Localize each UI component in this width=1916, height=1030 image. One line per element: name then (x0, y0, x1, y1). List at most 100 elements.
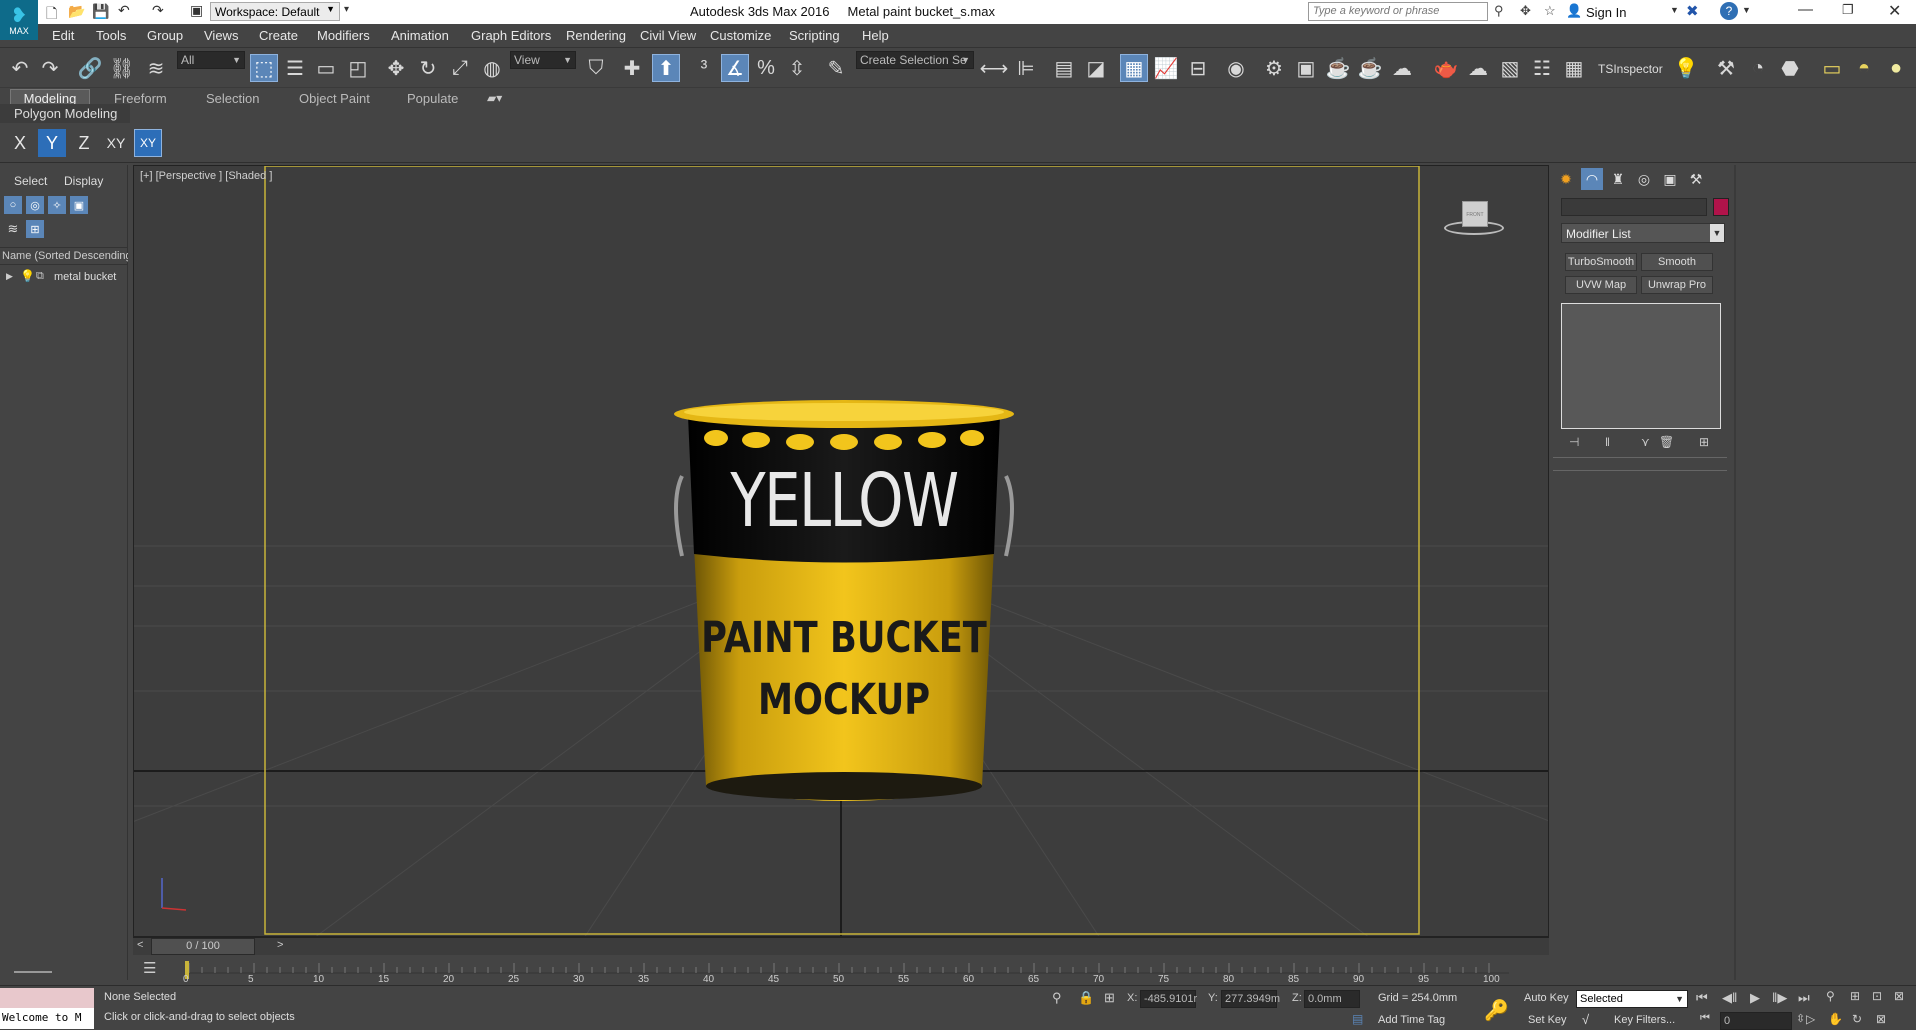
remove-modifier-icon[interactable]: 🗑 (1659, 435, 1674, 449)
pin-stack-icon[interactable]: ⊣ (1569, 435, 1579, 449)
menu-create[interactable]: Create (259, 28, 298, 43)
menu-customize[interactable]: Customize (710, 28, 771, 43)
edit-named-selection-icon[interactable]: ✎ (822, 54, 850, 82)
set-key-mode-icon[interactable]: 🔑 (1484, 998, 1509, 1023)
render-tool-icon[interactable]: ⬣ (1776, 54, 1804, 82)
redo-icon[interactable]: ↷ (152, 2, 164, 19)
menu-help[interactable]: Help (862, 28, 889, 43)
spinner-snap-icon[interactable]: ⇳ (783, 54, 811, 82)
named-selection-dropdown[interactable]: Create Selection Se ▼ (856, 51, 974, 69)
binoculars-icon[interactable]: ⚲ (1494, 3, 1504, 19)
menu-edit[interactable]: Edit (52, 28, 74, 43)
polygon-modeling-bar[interactable]: Polygon Modeling (0, 104, 130, 123)
next-frame-icon[interactable]: ‖▶ (1772, 990, 1787, 1006)
play-icon[interactable]: ▶ (1750, 990, 1760, 1006)
configure-sets-icon[interactable]: ⊞ (1699, 435, 1709, 449)
object-name-field[interactable] (1561, 198, 1707, 216)
save-file-icon[interactable]: 💾 (92, 3, 109, 20)
selection-filter-dropdown[interactable]: All ▼ (177, 51, 245, 69)
time-slider-thumb[interactable]: 0 / 100 (151, 938, 255, 955)
viewport-label[interactable]: [+] [Perspective ] [Shaded ] (140, 170, 272, 182)
orbit-icon[interactable]: ↻ (1852, 1012, 1862, 1026)
rectangular-selection-icon[interactable]: ▭ (312, 54, 340, 82)
render-iterative-icon[interactable]: ☕ (1356, 54, 1384, 82)
snaps-toggle-icon[interactable]: ³ (690, 54, 718, 82)
viewcube[interactable]: FRONT (1444, 201, 1504, 241)
user-icon[interactable]: 👤 (1566, 3, 1582, 19)
sign-in-chevron-icon[interactable]: ▼ (1670, 5, 1679, 15)
open-file-icon[interactable]: 📂 (68, 3, 85, 20)
filter-cameras-icon[interactable]: ▣ (70, 196, 88, 214)
select-by-name-icon[interactable]: ☰ (281, 54, 309, 82)
axis-z-button[interactable]: Z (70, 129, 98, 157)
show-end-result-icon[interactable]: ‖ (1605, 435, 1610, 449)
object-color-swatch[interactable] (1713, 198, 1729, 216)
teapot-icon[interactable]: 🫖 (1432, 54, 1460, 82)
render-production-icon[interactable]: ☕ (1324, 54, 1352, 82)
bind-spacewarp-icon[interactable]: ≋ (142, 54, 170, 82)
cloud-icon[interactable]: ☁ (1464, 54, 1492, 82)
layers-icon[interactable]: ≋ (4, 220, 22, 238)
toggle-scene-explorer-icon[interactable]: ▤ (1050, 54, 1078, 82)
key-mode-dropdown[interactable]: Selected ▼ (1576, 990, 1688, 1008)
previous-frame-icon[interactable]: ◀‖ (1722, 990, 1737, 1006)
scene-explorer-tab-select[interactable]: Select (14, 174, 47, 188)
unlink-icon[interactable]: ⛓ (108, 54, 136, 82)
percent-snap-icon[interactable]: % (752, 54, 780, 82)
yellow-sphere-icon[interactable]: ● (1882, 54, 1910, 82)
modifier-stack[interactable] (1561, 303, 1721, 429)
maxscript-mini-listener-pink[interactable] (0, 988, 94, 1008)
x-coordinate-field[interactable]: -485.9101r (1140, 990, 1197, 1008)
perspective-viewport[interactable]: [+] [Perspective ] [Shaded ] FRONT YELLO… (133, 165, 1549, 937)
metal-bucket-object[interactable]: YELLOW PAINT BUCKET MOCKUP (664, 376, 1024, 806)
select-and-link-icon[interactable]: 🔗 (76, 54, 104, 82)
menu-scripting[interactable]: Scripting (789, 28, 840, 43)
toggle-layer-explorer-icon[interactable]: ◪ (1082, 54, 1110, 82)
material-editor-icon[interactable]: ◉ (1222, 54, 1250, 82)
mirror-icon[interactable]: ⟷ (980, 54, 1009, 82)
absolute-mode-icon[interactable]: ⊞ (1104, 990, 1115, 1006)
sign-in-link[interactable]: Sign In (1586, 5, 1626, 20)
light-bulb-icon[interactable]: 💡 (1672, 54, 1700, 82)
auto-key-button[interactable]: Auto Key (1524, 992, 1569, 1004)
key-mode-toggle-icon[interactable]: ⏮ (1700, 1012, 1710, 1025)
time-tag-icon[interactable]: ▤ (1352, 1012, 1363, 1026)
display-tab-icon[interactable]: ▣ (1659, 168, 1681, 190)
customize-qat-icon[interactable]: ▾ (344, 4, 349, 15)
go-to-end-icon[interactable]: ⏭ (1798, 990, 1810, 1006)
project-folder-icon[interactable]: ▣ (190, 2, 203, 19)
track-bar[interactable]: ☰ 0 5 10 15 20 25 30 35 40 45 50 55 60 65 70 75 80 85 90 95… (133, 955, 1549, 985)
ribbon-tab-object-paint[interactable]: Object Paint (299, 91, 370, 106)
axis-y-button[interactable]: Y (38, 129, 66, 157)
select-scale-icon[interactable]: ⤢ (446, 54, 474, 82)
grid-table-icon[interactable]: ▦ (1560, 54, 1588, 82)
angle-snap-icon[interactable]: ∡ (721, 54, 749, 82)
time-slider[interactable]: < 0 / 100 > (133, 937, 1549, 955)
frame-buffer-icon[interactable]: ▧ (1496, 54, 1524, 82)
render-in-cloud-icon[interactable]: ☁ (1388, 54, 1416, 82)
render-setup-icon[interactable]: ⚙ (1260, 54, 1288, 82)
time-slider-next-icon[interactable]: > (277, 939, 283, 951)
menu-civil-view[interactable]: Civil View (640, 28, 696, 43)
ribbon-tab-selection[interactable]: Selection (206, 91, 259, 106)
axis-x-button[interactable]: X (6, 129, 34, 157)
list-item[interactable]: ▶ 💡 ⧉ metal bucket (0, 269, 128, 287)
menu-rendering[interactable]: Rendering (566, 28, 626, 43)
zoom-extents-icon[interactable]: ⊡ (1872, 989, 1882, 1003)
select-object-icon[interactable]: ⬚ (250, 54, 278, 82)
time-configuration-icon[interactable]: ⇳ (1796, 1012, 1805, 1025)
modifier-list-dropdown[interactable]: Modifier List ▼ (1561, 223, 1725, 243)
rendered-frame-window-icon[interactable]: ▣ (1292, 54, 1320, 82)
window-crossing-icon[interactable]: ◰ (344, 54, 372, 82)
utilities-tab-icon[interactable]: ⚒ (1685, 168, 1707, 190)
time-slider-prev-icon[interactable]: < (137, 939, 143, 951)
maxscript-mini-listener-white[interactable]: Welcome to M (0, 1008, 94, 1029)
z-coordinate-field[interactable]: 0.0mm (1304, 990, 1360, 1008)
current-frame-field[interactable]: 0 (1720, 1012, 1792, 1030)
viewcube-front-face[interactable]: FRONT (1462, 201, 1488, 227)
keyboard-shortcut-override-icon[interactable]: ⬆ (652, 54, 680, 82)
axis-xy-cycle-button[interactable]: XY (134, 129, 162, 157)
menu-graph-editors[interactable]: Graph Editors (471, 28, 551, 43)
yellow-dome-icon[interactable]: ◓ (1850, 54, 1878, 82)
tsinspector-label[interactable]: TSInspector (1598, 62, 1663, 76)
